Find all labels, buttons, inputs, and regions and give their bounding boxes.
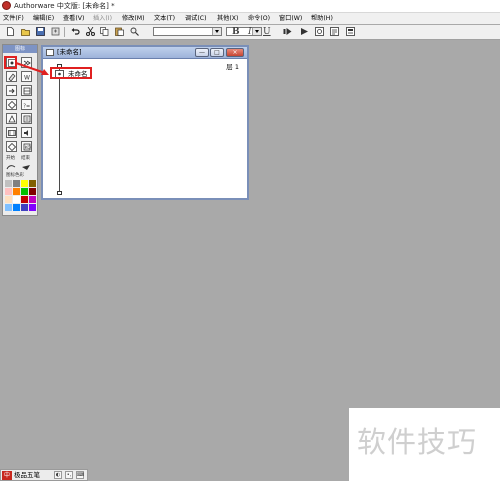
- maximize-icon: □: [214, 49, 220, 56]
- undo-icon[interactable]: [71, 27, 80, 36]
- control-panel-icon[interactable]: [300, 27, 309, 36]
- watermark-panel: 软件技巧: [349, 408, 500, 481]
- ime-logo-icon[interactable]: 中: [2, 471, 12, 480]
- interaction-icon[interactable]: ?=: [21, 99, 32, 110]
- menu-view[interactable]: 查看(V): [63, 13, 84, 24]
- start-flag-label: 开始: [6, 156, 15, 161]
- color-swatch[interactable]: [13, 196, 20, 203]
- menu-help[interactable]: 帮助(H): [311, 13, 333, 24]
- icon-color-label: 图标色彩: [6, 173, 24, 178]
- watermark-text: 软件技巧: [357, 425, 478, 459]
- bold-button[interactable]: B: [232, 25, 240, 39]
- menu-window[interactable]: 窗口(W): [279, 13, 302, 24]
- font-select[interactable]: [153, 27, 222, 36]
- minimize-button[interactable]: —: [195, 48, 209, 57]
- close-icon: ×: [232, 49, 238, 56]
- svg-text:?=: ?=: [23, 104, 30, 110]
- ime-keyboard-icon[interactable]: ⌨: [76, 471, 84, 479]
- menu-debug[interactable]: 调试(C): [185, 13, 207, 24]
- menu-edit[interactable]: 编辑(E): [33, 13, 54, 24]
- svg-text:KO: KO: [25, 145, 31, 151]
- highlight-box-flowline: [50, 67, 92, 79]
- design-window-title: [未命名]: [57, 48, 82, 56]
- color-swatch[interactable]: [5, 188, 12, 195]
- end-flag-label: 结束: [21, 156, 30, 161]
- color-swatch[interactable]: [21, 196, 28, 203]
- save-icon[interactable]: [36, 27, 45, 36]
- minimize-icon: —: [199, 49, 205, 56]
- menu-modify[interactable]: 修改(M): [122, 13, 145, 24]
- color-swatch[interactable]: [21, 180, 28, 187]
- new-file-icon[interactable]: [6, 27, 15, 36]
- flowline[interactable]: [59, 67, 60, 192]
- decision-icon[interactable]: [6, 99, 17, 110]
- window-title: Authorware 中文版: [未命名] *: [14, 2, 115, 10]
- ime-status-bar: 中 极品五笔 ◐ •, ⌨: [0, 469, 88, 481]
- menu-file[interactable]: 文件(F): [3, 13, 24, 24]
- variables-window-icon[interactable]: [330, 27, 339, 36]
- italic-button[interactable]: I: [248, 25, 252, 39]
- chevron-down-icon[interactable]: [252, 28, 261, 35]
- map-icon[interactable]: [21, 113, 32, 124]
- authorware-app-icon: [2, 1, 11, 10]
- design-window-titlebar[interactable]: [未命名] — □ ×: [43, 47, 247, 59]
- color-swatch[interactable]: [29, 204, 36, 211]
- annotation-arrow-icon: [15, 62, 49, 75]
- color-swatch[interactable]: [5, 204, 12, 211]
- restart-icon[interactable]: [283, 27, 292, 36]
- flowline-end-marker: [57, 191, 62, 195]
- menu-bar: 文件(F) 编辑(E) 查看(V) 插入(I) 修改(M) 文本(T) 调试(C…: [0, 13, 500, 24]
- calculation-icon[interactable]: [6, 113, 17, 124]
- maximize-button[interactable]: □: [210, 48, 224, 57]
- digital-movie-icon[interactable]: [6, 127, 17, 138]
- ime-name[interactable]: 极品五笔: [14, 470, 40, 480]
- functions-window-icon[interactable]: [315, 27, 324, 36]
- menu-command[interactable]: 命令(O): [248, 13, 270, 24]
- menu-insert[interactable]: 插入(I): [93, 13, 112, 24]
- start-flag-icon[interactable]: [6, 163, 17, 172]
- underline-button[interactable]: U: [263, 25, 271, 39]
- toolbar-separator: [64, 27, 65, 37]
- color-swatch[interactable]: [21, 204, 28, 211]
- close-button[interactable]: ×: [226, 48, 244, 57]
- color-swatch[interactable]: [29, 196, 36, 203]
- import-icon[interactable]: [51, 27, 60, 36]
- color-swatch[interactable]: [5, 196, 12, 203]
- open-folder-icon[interactable]: [21, 27, 30, 36]
- toolbar: B I U: [0, 25, 500, 40]
- copy-icon[interactable]: [100, 27, 109, 36]
- color-swatch[interactable]: [13, 180, 20, 187]
- ime-halfwidth-icon[interactable]: ◐: [54, 471, 62, 479]
- framework-icon[interactable]: [21, 85, 32, 96]
- cut-icon[interactable]: [86, 27, 95, 36]
- navigate-icon[interactable]: [6, 85, 17, 96]
- knowledge-object-icon[interactable]: KO: [21, 141, 32, 152]
- video-icon[interactable]: [6, 141, 17, 152]
- palette-title: 图标: [3, 45, 37, 53]
- color-swatch[interactable]: [5, 180, 12, 187]
- chevron-down-icon[interactable]: [212, 28, 221, 35]
- color-swatch[interactable]: [13, 204, 20, 211]
- menu-text[interactable]: 文本(T): [154, 13, 175, 24]
- paste-icon[interactable]: [115, 27, 124, 36]
- design-window-icon: [46, 49, 54, 56]
- ime-punctuation-icon[interactable]: •,: [65, 471, 73, 479]
- color-swatch[interactable]: [29, 180, 36, 187]
- level-indicator: 层 1: [226, 63, 239, 71]
- color-swatch[interactable]: [29, 188, 36, 195]
- find-icon[interactable]: [130, 27, 139, 36]
- color-swatch[interactable]: [13, 188, 20, 195]
- sound-icon[interactable]: [21, 127, 32, 138]
- color-swatch[interactable]: [21, 188, 28, 195]
- title-bar: Authorware 中文版: [未命名] *: [0, 0, 500, 13]
- knowledge-objects-icon[interactable]: [346, 27, 355, 36]
- stop-flag-icon[interactable]: [21, 163, 32, 172]
- menu-other[interactable]: 其他(X): [217, 13, 238, 24]
